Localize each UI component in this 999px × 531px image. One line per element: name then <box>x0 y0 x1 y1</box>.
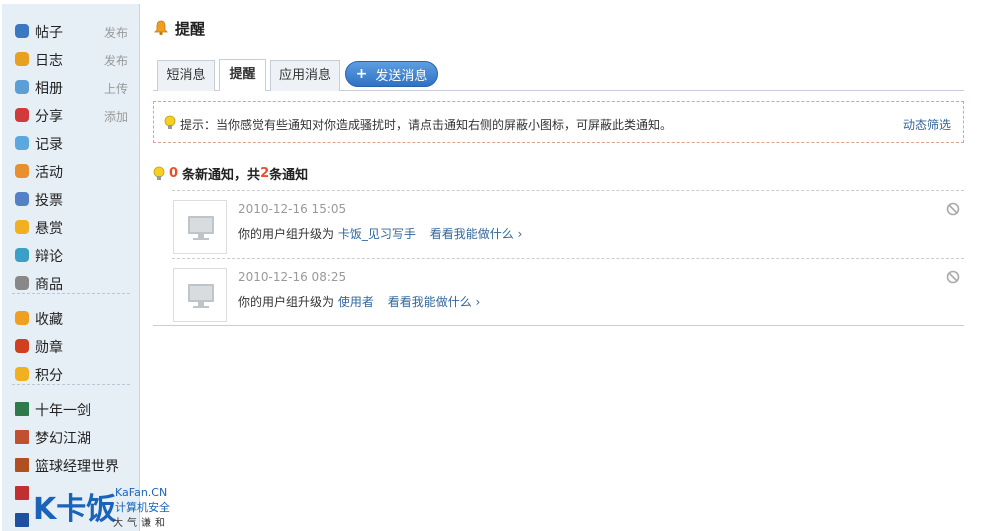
sidebar-item[interactable]: 十年一剑 <box>2 396 139 422</box>
sidebar-divider <box>12 293 130 294</box>
block-icon[interactable] <box>946 202 960 216</box>
album-icon <box>15 80 29 94</box>
user-group-link[interactable]: 卡饭_见习写手 <box>338 227 416 241</box>
kafan-site: KaFan.CN <box>115 486 168 499</box>
sidebar-item[interactable]: 记录 <box>2 130 139 156</box>
tab-reminder[interactable]: 提醒 <box>219 59 266 91</box>
debate-icon <box>15 248 29 262</box>
tip-text: 提示：当你感觉有些通知对你造成骚扰时，请点击通知右侧的屏蔽小图标，可屏蔽此类通知… <box>180 118 673 132</box>
sidebar-item[interactable]: 篮球经理世界 <box>2 452 139 478</box>
monitor-icon <box>188 284 214 308</box>
sidebar-item-action[interactable]: 添加 <box>104 108 128 125</box>
sidebar-item[interactable]: 日志 发布 <box>2 46 139 72</box>
vote-icon <box>15 192 29 206</box>
sidebar-item-label: 积分 <box>35 368 63 384</box>
page-title-label: 提醒 <box>175 19 206 38</box>
activity-icon <box>15 164 29 178</box>
total-count: 2 <box>260 166 270 181</box>
notice-time: 2010-12-16 15:05 <box>238 202 347 216</box>
record-icon <box>15 136 29 150</box>
sidebar-item[interactable]: 帖子 发布 <box>2 18 139 44</box>
user-group-link[interactable]: 使用者 <box>338 295 374 309</box>
tab-app-message[interactable]: 应用消息 <box>270 60 340 91</box>
lightbulb-icon <box>164 115 176 129</box>
sidebar-item-label: 悬赏 <box>35 221 63 237</box>
sidebar-item-action[interactable]: 上传 <box>104 80 128 97</box>
block-icon[interactable] <box>946 270 960 284</box>
sidebar-item[interactable]: 收藏 <box>2 305 139 331</box>
sidebar-item-label: 日志 <box>35 53 63 69</box>
sidebar-item-label: 辩论 <box>35 249 63 265</box>
sidebar-divider <box>12 384 130 385</box>
kafan-slogan: 大气谦和 <box>113 518 169 529</box>
app-icon <box>15 486 29 500</box>
sidebar-item-label: 分享 <box>35 109 63 125</box>
sidebar-item-label: 勋章 <box>35 340 63 356</box>
page-title: 提醒 <box>153 17 205 39</box>
blog-icon <box>15 52 29 66</box>
bell-icon <box>154 20 168 36</box>
monitor-icon <box>188 216 214 240</box>
app-icon <box>15 430 29 444</box>
avatar[interactable] <box>173 268 227 322</box>
notice-body: 你的用户组升级为 使用者 看看我能做什么 › <box>238 293 480 310</box>
sidebar-item-label: 收藏 <box>35 312 63 328</box>
reward-icon <box>15 220 29 234</box>
kafan-watermark: K卡饭 KaFan.CN 计算机安全 大气谦和 <box>33 484 183 530</box>
sidebar-item-label: 相册 <box>35 81 63 97</box>
post-icon <box>15 24 29 38</box>
sidebar-item[interactable]: 梦幻江湖 <box>2 424 139 450</box>
send-message-label: 发送消息 <box>375 68 428 84</box>
list-bottom-divider <box>153 325 964 326</box>
share-icon <box>15 108 29 122</box>
sidebar-item-label: 十年一剑 <box>35 403 91 419</box>
sidebar-item[interactable]: 投票 <box>2 186 139 212</box>
sidebar-item-label: 商品 <box>35 277 63 293</box>
kafan-sub: 计算机安全 <box>115 501 170 514</box>
notice-prefix: 你的用户组升级为 <box>238 227 335 241</box>
tip-box: 提示：当你感觉有些通知对你造成骚扰时，请点击通知右侧的屏蔽小图标，可屏蔽此类通知… <box>153 101 964 143</box>
app-icon <box>15 513 29 527</box>
sidebar-item-action[interactable]: 发布 <box>104 52 128 69</box>
lightbulb-icon <box>153 166 165 180</box>
cart-icon <box>15 276 29 290</box>
sidebar-item-label: 投票 <box>35 193 63 209</box>
tab-short-message[interactable]: 短消息 <box>157 60 215 91</box>
sidebar-item[interactable]: 分享 添加 <box>2 102 139 128</box>
notice-body: 你的用户组升级为 卡饭_见习写手 看看我能做什么 › <box>238 225 522 242</box>
sidebar-item-label: 记录 <box>35 137 63 153</box>
sidebar-item-label: 梦幻江湖 <box>35 431 91 447</box>
see-what-i-can-do-link[interactable]: 看看我能做什么 › <box>430 227 523 241</box>
medal-icon <box>15 339 29 353</box>
count-text-mid: 条新通知，共 <box>182 168 261 183</box>
dynamic-filter-link[interactable]: 动态筛选 <box>903 116 951 133</box>
sidebar-item-label: 活动 <box>35 165 63 181</box>
count-text-end: 条通知 <box>269 168 309 183</box>
app-icon <box>15 402 29 416</box>
avatar[interactable] <box>173 200 227 254</box>
new-count: 0 <box>169 166 179 181</box>
coin-icon <box>15 367 29 381</box>
see-what-i-can-do-link[interactable]: 看看我能做什么 › <box>388 295 481 309</box>
sidebar: 帖子 发布 日志 发布 相册 上传 分享 添加 记录 活动 投票 悬赏 辩论 商品 收藏 勋章 积分 十年一剑 梦幻… <box>2 4 140 531</box>
sidebar-item[interactable]: 辩论 <box>2 242 139 268</box>
sidebar-item-label: 篮球经理世界 <box>35 459 119 475</box>
page: 帖子 发布 日志 发布 相册 上传 分享 添加 记录 活动 投票 悬赏 辩论 商品 收藏 勋章 积分 十年一剑 梦幻… <box>0 0 999 531</box>
notice-time: 2010-12-16 08:25 <box>238 270 347 284</box>
sidebar-item-action[interactable]: 发布 <box>104 24 128 41</box>
sidebar-item[interactable]: 相册 上传 <box>2 74 139 100</box>
plus-icon: + <box>355 66 368 82</box>
notice-count: 0 条新通知，共 2 条通知 <box>153 164 308 183</box>
notice-prefix: 你的用户组升级为 <box>238 295 335 309</box>
star-icon <box>15 311 29 325</box>
sidebar-item[interactable]: 勋章 <box>2 333 139 359</box>
send-message-button[interactable]: + 发送消息 <box>345 61 438 87</box>
app-icon <box>15 458 29 472</box>
sidebar-item-label: 帖子 <box>35 25 63 41</box>
sidebar-item[interactable]: 悬赏 <box>2 214 139 240</box>
sidebar-item[interactable]: 活动 <box>2 158 139 184</box>
notice-item: 2010-12-16 08:25 你的用户组升级为 使用者 看看我能做什么 › <box>172 258 964 326</box>
kafan-logo: K卡饭 <box>33 492 117 527</box>
notice-item: 2010-12-16 15:05 你的用户组升级为 卡饭_见习写手 看看我能做什… <box>172 190 964 258</box>
